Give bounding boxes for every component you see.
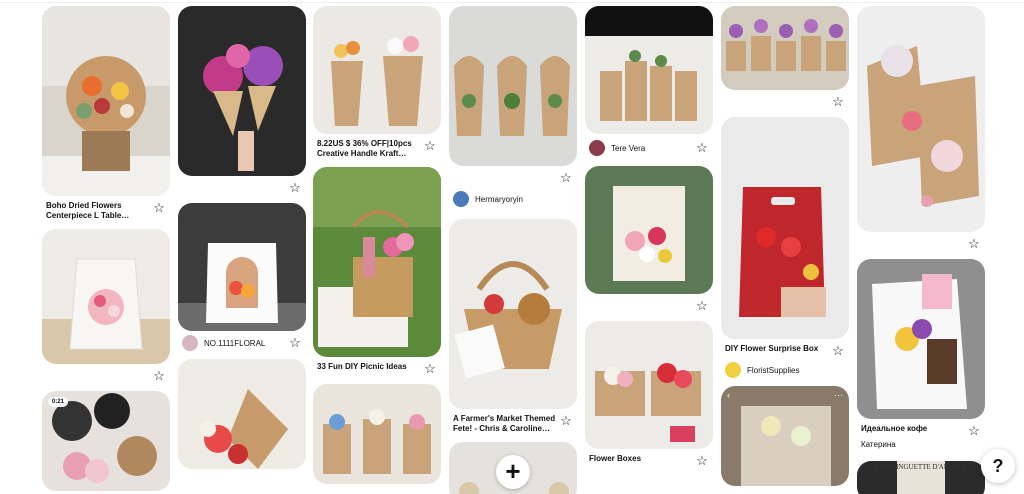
pin-author[interactable]: Tere Vera ☆ — [585, 136, 713, 156]
pin-image[interactable] — [585, 6, 713, 134]
star-icon[interactable]: ☆ — [695, 141, 709, 155]
pin-card[interactable]: ☆ — [721, 6, 849, 109]
pin-card[interactable]: ☆ — [857, 6, 985, 251]
pin-image[interactable]: ‹ ··· — [721, 386, 849, 486]
pin-card[interactable]: NO.1111FLORAL ☆ — [178, 203, 306, 351]
video-duration-badge: 0:21 — [48, 397, 69, 407]
pin-image[interactable]: + — [449, 442, 577, 494]
pin-image[interactable] — [857, 6, 985, 232]
author-name[interactable]: NO.1111FLORAL — [204, 339, 265, 348]
pin-image[interactable] — [857, 259, 985, 419]
pin-image[interactable]: LA GUINGUETTE D'ANGELE — [857, 461, 985, 494]
pin-title[interactable]: 33 Fun DIY Picnic Ideas — [317, 362, 407, 372]
star-icon[interactable]: ☆ — [559, 414, 573, 428]
avatar[interactable] — [725, 362, 741, 378]
star-icon[interactable]: ☆ — [967, 424, 981, 438]
star-icon[interactable]: ☆ — [831, 95, 845, 109]
create-plus-button[interactable]: + — [496, 455, 530, 489]
pin-title[interactable]: DIY Flower Surprise Box — [725, 344, 818, 354]
pin-image[interactable] — [721, 117, 849, 339]
help-button[interactable]: ? — [981, 449, 1015, 483]
masonry-column-4: ☆ Hermaryoryin A Farmer's Market Themed … — [449, 6, 577, 494]
pin-card[interactable]: ‹ ··· — [721, 386, 849, 486]
pin-image[interactable] — [449, 219, 577, 409]
pin-card[interactable]: ☆ — [585, 166, 713, 313]
star-icon[interactable]: ☆ — [423, 362, 437, 376]
pin-image[interactable] — [178, 6, 306, 176]
pin-title[interactable]: Идеальное кофе — [861, 424, 927, 434]
pin-card[interactable] — [178, 359, 306, 469]
star-icon[interactable]: ☆ — [288, 181, 302, 195]
star-icon[interactable]: ☆ — [831, 344, 845, 358]
pin-card[interactable]: ☆ — [178, 6, 306, 195]
star-icon[interactable]: ☆ — [152, 369, 166, 383]
pin-image[interactable] — [585, 166, 713, 294]
pin-title[interactable]: 8.22US $ 36% OFF|10pcs Creative Handle K… — [317, 139, 421, 159]
pin-image[interactable] — [313, 167, 441, 357]
pin-title[interactable]: Boho Dried Flowers Centerpiece L Table… — [46, 201, 150, 221]
pin-title[interactable]: Flower Boxes — [589, 454, 641, 464]
masonry-column-1: Boho Dried Flowers Centerpiece L Table… … — [42, 6, 170, 494]
star-icon[interactable]: ☆ — [559, 171, 573, 185]
pin-card[interactable] — [313, 384, 441, 484]
pin-card[interactable]: A Farmer's Market Themed Fete! - Chris &… — [449, 219, 577, 434]
pin-image[interactable] — [42, 229, 170, 364]
avatar[interactable] — [589, 140, 605, 156]
pin-card[interactable]: Flower Boxes ☆ — [585, 321, 713, 468]
pin-card[interactable]: LA GUINGUETTE D'ANGELE — [857, 461, 985, 494]
pin-card[interactable]: DIY Flower Surprise Box ☆ FloristSupplie… — [721, 117, 849, 378]
masonry-column-7: ☆ Идеальное кофе ☆ Катерина LA GUINGUETT… — [857, 6, 985, 494]
pin-card[interactable]: 8.22US $ 36% OFF|10pcs Creative Handle K… — [313, 6, 441, 159]
pin-image[interactable] — [313, 384, 441, 484]
star-icon[interactable]: ☆ — [423, 139, 437, 153]
pin-card[interactable]: 0:21 — [42, 391, 170, 491]
author-name[interactable]: Hermaryoryin — [475, 195, 523, 204]
pin-image[interactable] — [42, 6, 170, 196]
avatar[interactable] — [182, 335, 198, 351]
pin-image[interactable] — [449, 6, 577, 166]
pin-image[interactable] — [721, 6, 849, 90]
pin-image[interactable] — [585, 321, 713, 449]
pin-card[interactable]: Tere Vera ☆ — [585, 6, 713, 156]
pin-title[interactable]: A Farmer's Market Themed Fete! - Chris &… — [453, 414, 557, 434]
top-bar — [0, 0, 1024, 3]
pin-card[interactable]: Идеальное кофе ☆ Катерина — [857, 259, 985, 449]
pin-card[interactable]: + — [449, 442, 577, 494]
pin-card[interactable]: Boho Dried Flowers Centerpiece L Table… … — [42, 6, 170, 221]
star-icon[interactable]: ☆ — [695, 299, 709, 313]
pin-author[interactable]: FloristSupplies — [721, 358, 849, 378]
star-icon[interactable]: ☆ — [695, 454, 709, 468]
shop-sign-text: LA GUINGUETTE D'ANGELE — [875, 463, 967, 471]
star-icon[interactable]: ☆ — [967, 237, 981, 251]
masonry-column-2: ☆ NO.1111FLORAL ☆ — [178, 6, 306, 477]
author-name[interactable]: Tere Vera — [611, 144, 645, 153]
star-icon[interactable]: ☆ — [152, 201, 166, 215]
pin-card[interactable]: ☆ — [449, 6, 577, 185]
masonry-column-3: 8.22US $ 36% OFF|10pcs Creative Handle K… — [313, 6, 441, 492]
pin-card[interactable]: ☆ — [42, 229, 170, 383]
pin-image[interactable] — [178, 359, 306, 469]
pin-author[interactable]: NO.1111FLORAL ☆ — [178, 331, 306, 351]
pin-card[interactable]: 33 Fun DIY Picnic Ideas ☆ — [313, 167, 441, 376]
pin-author[interactable]: Hermaryoryin — [449, 187, 577, 207]
masonry-column-6: ☆ DIY Flower Surprise Box ☆ FloristSuppl… — [721, 6, 849, 494]
more-options-icon[interactable]: ··· — [834, 390, 843, 400]
masonry-column-5: Tere Vera ☆ ☆ Flower Boxes ☆ — [585, 6, 713, 476]
back-arrow-icon[interactable]: ‹ — [727, 390, 730, 400]
pin-card[interactable]: Hermaryoryin — [449, 187, 577, 207]
author-name[interactable]: Катерина — [857, 438, 985, 449]
avatar[interactable] — [453, 191, 469, 207]
pin-image[interactable]: 0:21 — [42, 391, 170, 491]
star-icon[interactable]: ☆ — [288, 336, 302, 350]
author-name[interactable]: FloristSupplies — [747, 366, 799, 375]
pin-image[interactable] — [313, 6, 441, 134]
pin-image[interactable] — [178, 203, 306, 331]
